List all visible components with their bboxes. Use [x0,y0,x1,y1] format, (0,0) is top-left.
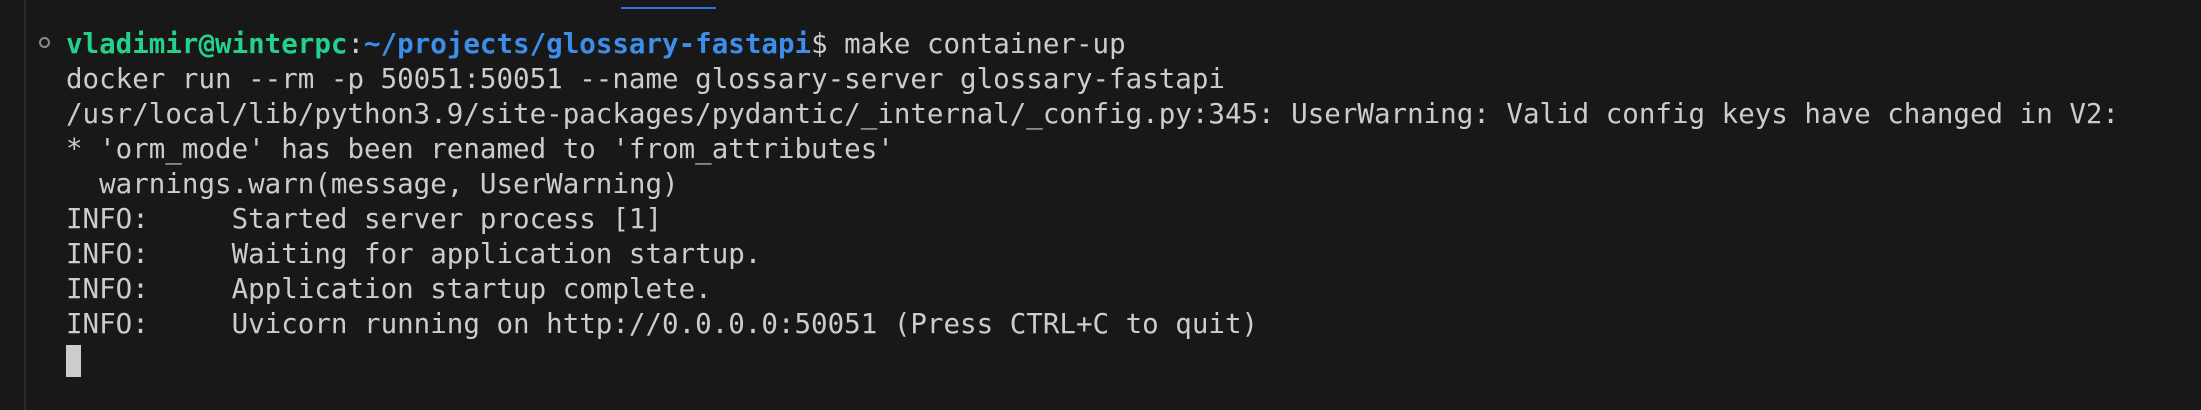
panel-left-border [24,0,26,410]
output-line: INFO: Waiting for application startup. [66,238,762,270]
command-decoration-icon[interactable] [39,37,50,48]
output-line: INFO: Started server process [1] [66,203,663,235]
terminal-output: vladimir@winterpc:~/projects/glossary-fa… [66,27,2201,377]
prompt-separator: : [347,28,365,60]
output-line: INFO: Application startup complete. [66,273,712,305]
terminal-cursor[interactable] [66,345,81,377]
terminal-panel[interactable]: vladimir@winterpc:~/projects/glossary-fa… [0,0,2201,410]
prompt-user-host: vladimir@winterpc [66,28,348,60]
active-tab-indicator [621,7,716,9]
prompt-sigil: $ [811,28,828,60]
output-line: docker run --rm -p 50051:50051 --name gl… [66,63,1225,95]
prompt-command: make container-up [827,28,1126,60]
cursor-line [66,342,2201,377]
output-line: INFO: Uvicorn running on http://0.0.0.0:… [66,308,1259,340]
prompt-line: vladimir@winterpc:~/projects/glossary-fa… [66,27,2201,62]
output-line: warnings.warn(message, UserWarning) [66,168,679,200]
output-line: /usr/local/lib/python3.9/site-packages/p… [66,98,2119,130]
prompt-path: ~/projects/glossary-fastapi [364,28,812,60]
output-line: * 'orm_mode' has been renamed to 'from_a… [66,133,894,165]
